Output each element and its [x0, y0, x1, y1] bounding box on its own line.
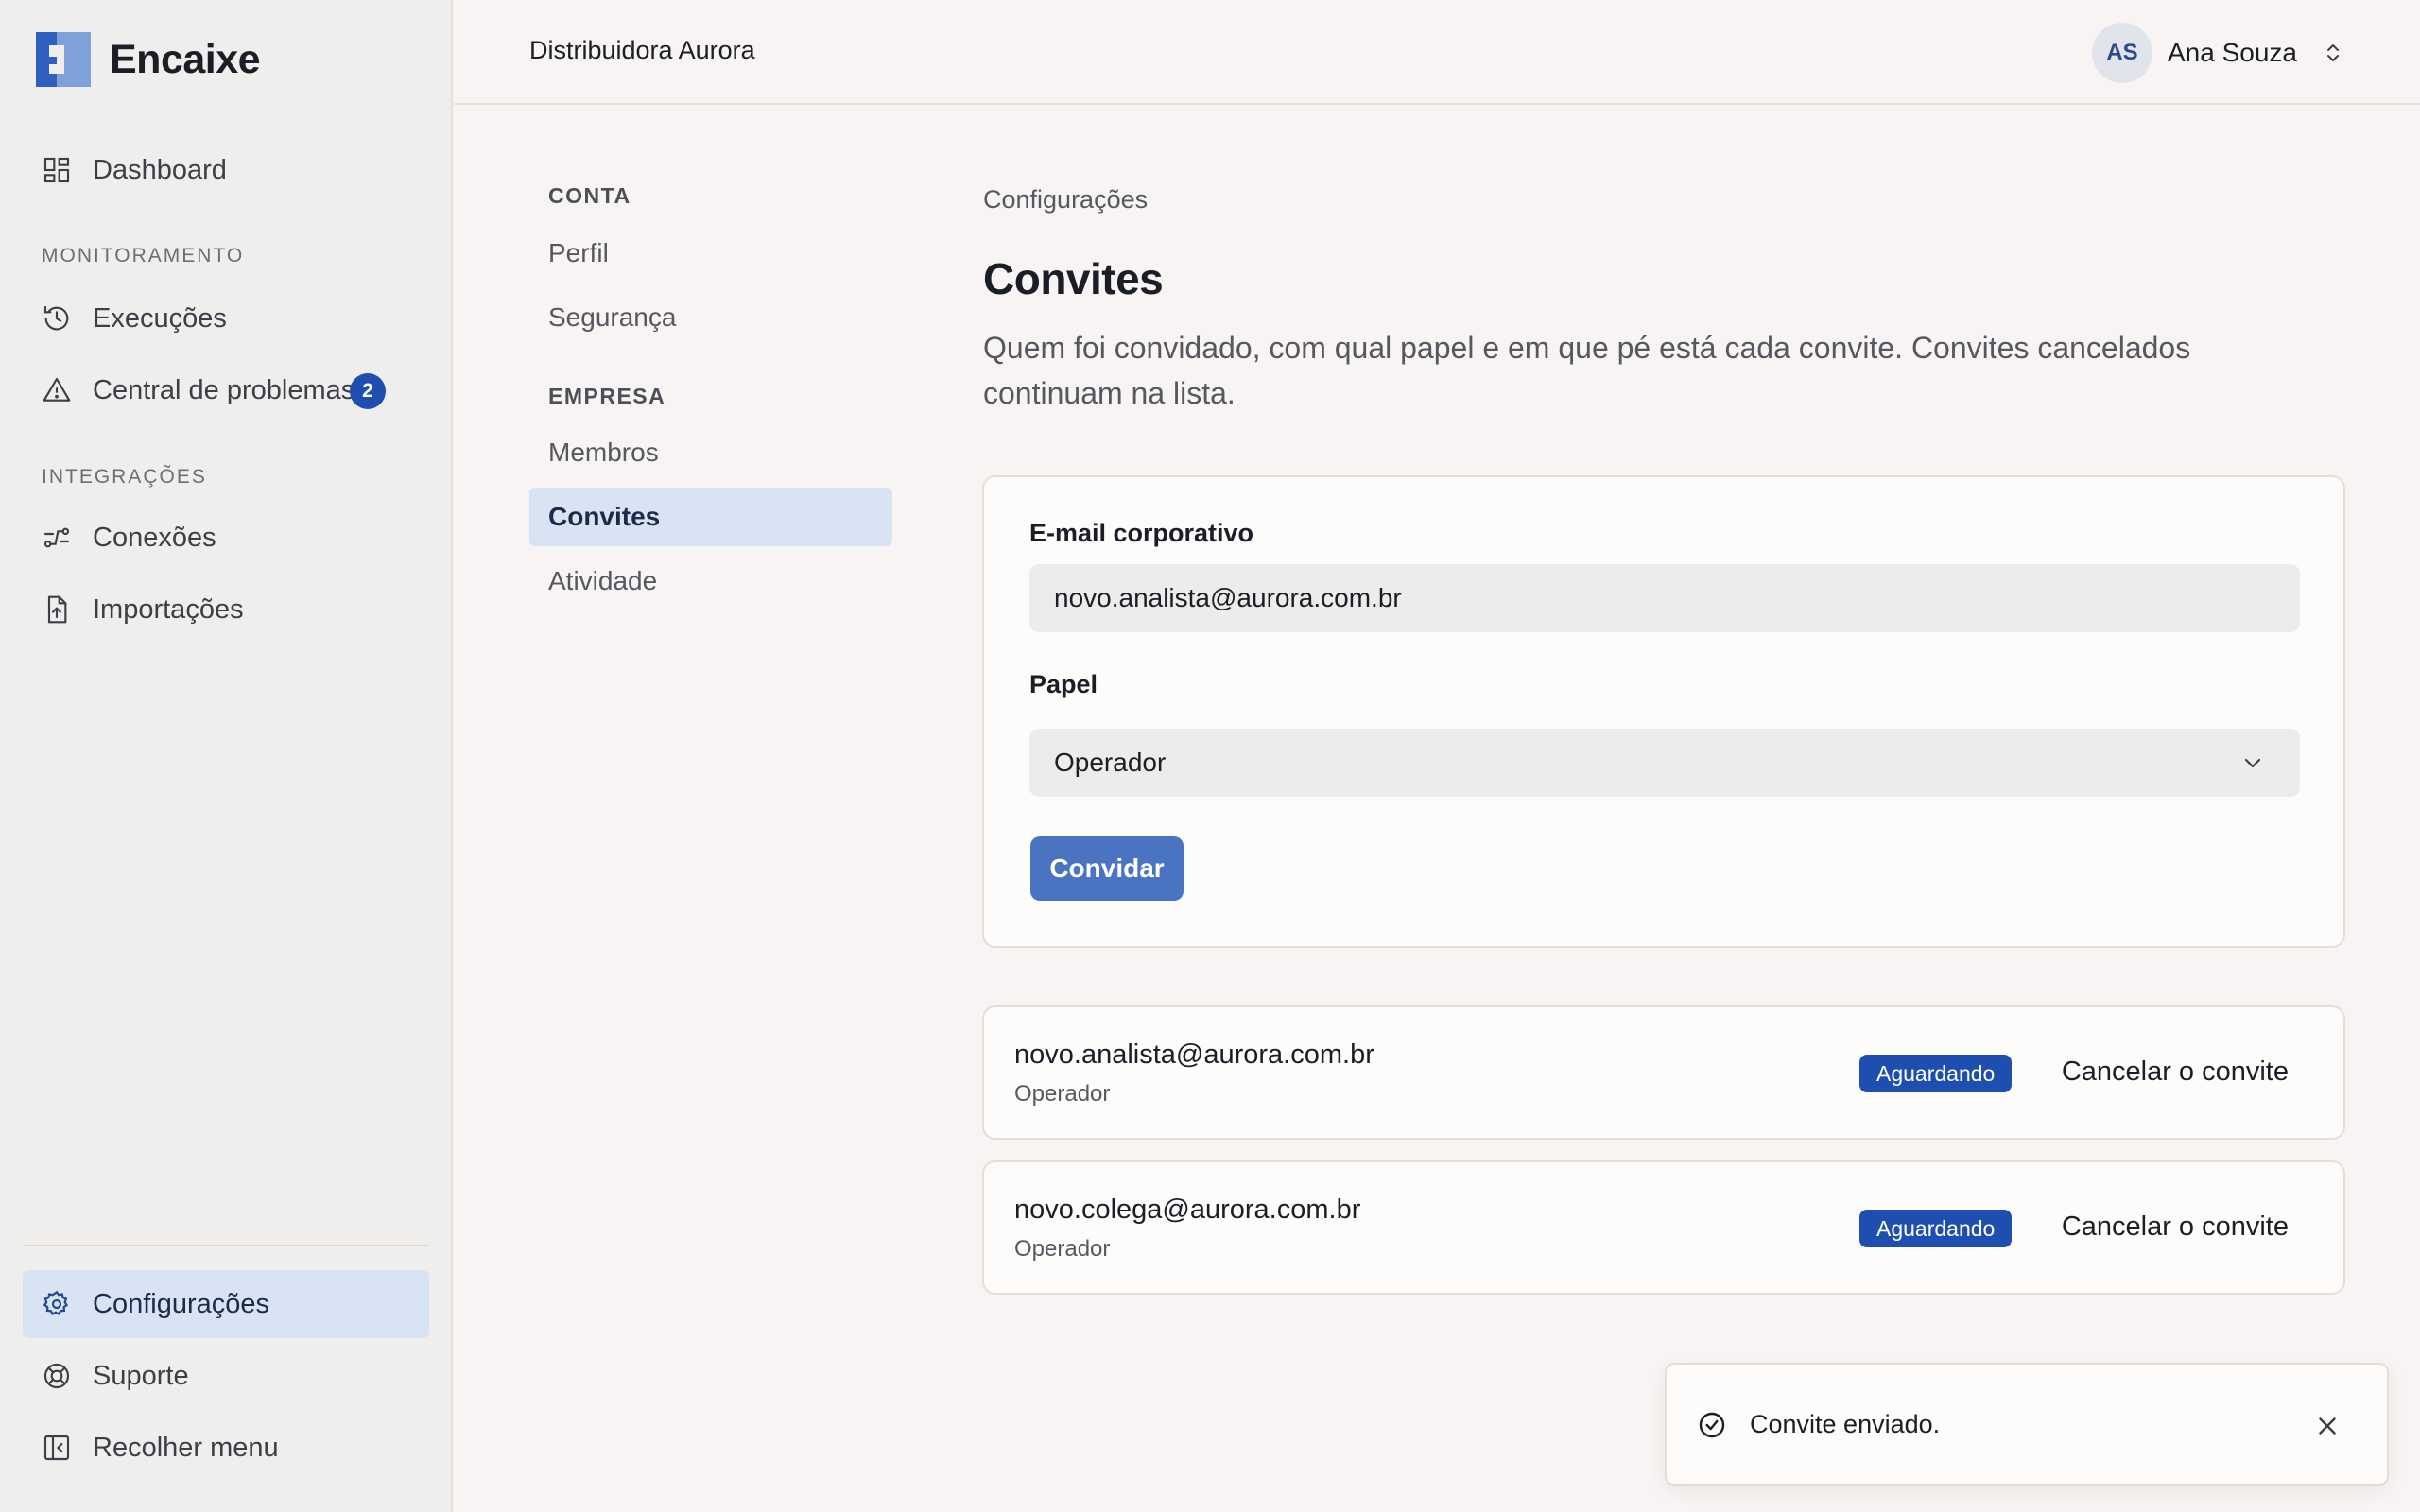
- sidebar-item-connections[interactable]: Conexões: [23, 504, 429, 572]
- chevron-down-icon: [2244, 758, 2261, 768]
- user-name: Ana Souza: [2168, 38, 2297, 67]
- sidebar-item-imports[interactable]: Importações: [23, 576, 429, 644]
- warning-icon: [43, 377, 71, 402]
- invite-button[interactable]: Convidar: [1030, 836, 1184, 901]
- file-upload-icon: [47, 595, 67, 624]
- sidebar-item-support[interactable]: Suporte: [23, 1342, 429, 1410]
- sidebar-item-label: Suporte: [93, 1360, 189, 1391]
- invite-row: novo.colega@aurora.com.br Operador Aguar…: [982, 1160, 2345, 1295]
- email-field-label: E-mail corporativo: [1029, 519, 1254, 547]
- top-header: Distribuidora Aurora AS Ana Souza: [454, 0, 2420, 105]
- problems-count-badge: 2: [350, 373, 386, 409]
- page-title: Convites: [983, 254, 1164, 303]
- toast-message: Convite enviado.: [1750, 1410, 1941, 1438]
- subnav-section-account: CONTA: [548, 183, 631, 208]
- sidebar-section-monitoring: MONITORAMENTO: [42, 245, 245, 266]
- role-select-value: Operador: [1054, 747, 1167, 777]
- sidebar-item-label: Central de problemas: [93, 374, 355, 405]
- sidebar-item-label: Importações: [93, 593, 244, 625]
- subnav-item-security[interactable]: Segurança: [529, 288, 892, 347]
- close-icon[interactable]: [2313, 1412, 2342, 1440]
- invite-row: novo.analista@aurora.com.br Operador Agu…: [982, 1005, 2345, 1140]
- history-icon: [43, 305, 69, 331]
- encaixe-logo-icon: [36, 32, 91, 87]
- invite-email: novo.colega@aurora.com.br: [1014, 1194, 1361, 1225]
- lifebuoy-icon: [43, 1363, 70, 1389]
- email-field[interactable]: novo.analista@aurora.com.br: [1029, 564, 2300, 632]
- status-badge: Aguardando: [1859, 1210, 2013, 1247]
- gear-icon: [43, 1290, 69, 1315]
- subnav-item-activity[interactable]: Atividade: [529, 552, 892, 610]
- sidebar-section-integrations: INTEGRAÇÕES: [42, 466, 207, 488]
- status-badge: Aguardando: [1859, 1055, 2013, 1092]
- subnav-item-profile[interactable]: Perfil: [529, 224, 892, 283]
- invite-email: novo.analista@aurora.com.br: [1014, 1040, 1374, 1070]
- subnav-item-members[interactable]: Membros: [529, 423, 892, 482]
- user-menu[interactable]: AS Ana Souza: [2092, 23, 2344, 83]
- role-field-label: Papel: [1029, 670, 1098, 698]
- cancel-invite-button[interactable]: Cancelar o convite: [2062, 1211, 2289, 1243]
- sidebar-collapse-icon: [43, 1435, 70, 1461]
- toast-notification: Convite enviado.: [1665, 1363, 2389, 1486]
- breadcrumb[interactable]: Configurações: [983, 185, 1148, 215]
- invite-role: Operador: [1014, 1081, 1111, 1107]
- sidebar-item-label: Dashboard: [93, 154, 227, 185]
- sidebar-item-settings[interactable]: Configurações: [23, 1270, 429, 1338]
- sidebar-item-dashboard[interactable]: Dashboard: [23, 136, 429, 204]
- sidebar-item-label: Recolher menu: [93, 1432, 279, 1463]
- organization-name: Distribuidora Aurora: [529, 36, 755, 64]
- sidebar-item-label: Execuções: [93, 302, 227, 334]
- sidebar-item-executions[interactable]: Execuções: [23, 284, 429, 352]
- sidebar-item-label: Conexões: [93, 522, 216, 553]
- avatar: AS: [2092, 23, 2152, 83]
- collapse-menu-button[interactable]: Recolher menu: [23, 1414, 429, 1482]
- sidebar-divider: [23, 1245, 429, 1246]
- subnav-section-company: EMPRESA: [548, 384, 666, 408]
- dashboard-icon: [43, 157, 70, 183]
- page-description: Quem foi convidado, com qual papel e em …: [983, 331, 2191, 410]
- connections-icon: [43, 527, 70, 548]
- brand[interactable]: Encaixe: [36, 32, 261, 87]
- invite-role: Operador: [1014, 1236, 1111, 1262]
- sidebar: Encaixe Dashboard MONITORAMENTO Execuçõe…: [0, 0, 453, 1512]
- subnav-item-invites[interactable]: Convites: [529, 488, 892, 546]
- sidebar-item-label: Configurações: [93, 1288, 269, 1319]
- cancel-invite-button[interactable]: Cancelar o convite: [2062, 1057, 2289, 1088]
- brand-name: Encaixe: [110, 36, 261, 82]
- chevron-up-down-icon: [2327, 44, 2339, 61]
- invite-form-card: E-mail corporativo novo.analista@aurora.…: [982, 475, 2345, 948]
- check-circle-icon: [1699, 1412, 1725, 1438]
- role-select[interactable]: Operador: [1029, 729, 2300, 797]
